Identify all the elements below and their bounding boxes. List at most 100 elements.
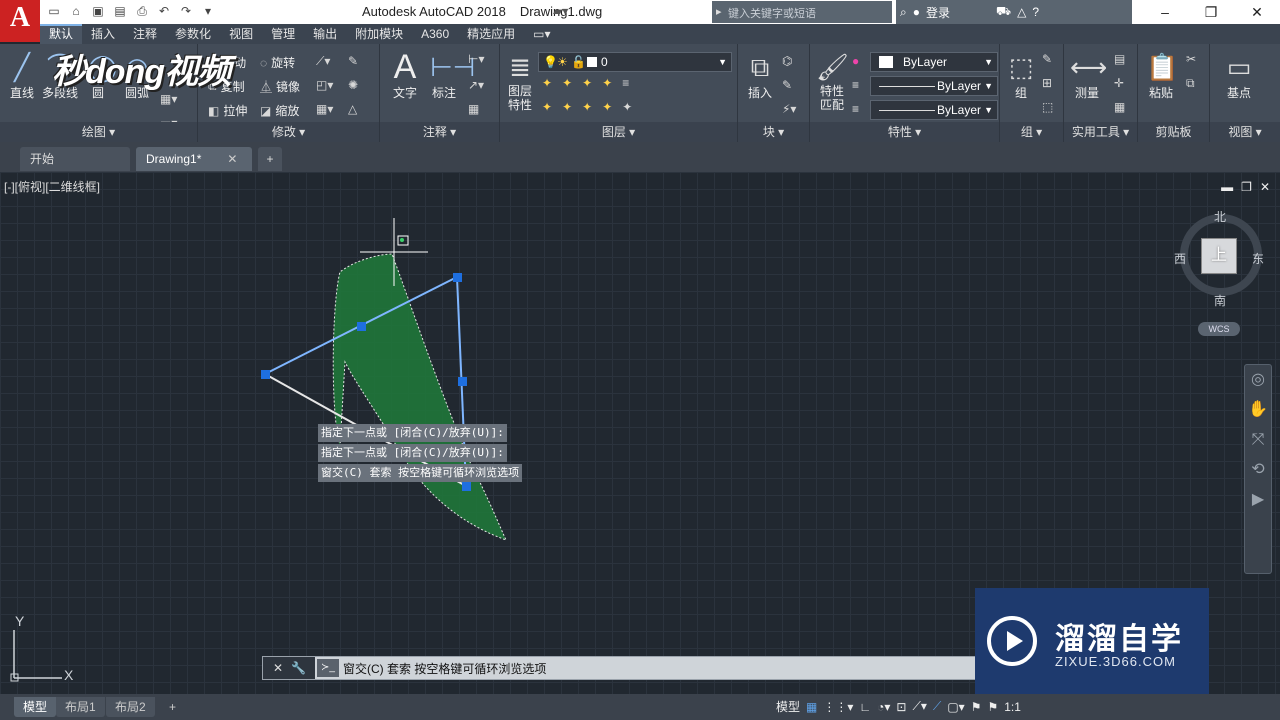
mirror-button[interactable]: ⏅ 镜像: [260, 78, 300, 95]
open-icon[interactable]: ⌂: [68, 3, 84, 19]
panel-utilities-footer[interactable]: 实用工具 ▾: [1064, 122, 1137, 142]
a360-icon[interactable]: △: [1017, 5, 1026, 19]
dimension-button[interactable]: ⊢⊣ 标注: [430, 52, 475, 101]
lineweight-toggle-icon[interactable]: ⟋: [933, 699, 941, 714]
group-button[interactable]: ⬚ 组: [1006, 52, 1036, 101]
binoculars-icon[interactable]: ⌕: [900, 5, 907, 20]
minimize-icon[interactable]: –: [1142, 0, 1188, 24]
tab-model[interactable]: 模型: [14, 697, 57, 717]
erase-button[interactable]: ✎: [348, 54, 358, 68]
layer-freeze-tool-icon[interactable]: ✦: [582, 76, 592, 90]
ungroup-button[interactable]: ✎: [1042, 52, 1052, 66]
search-input[interactable]: 键入关键字或短语: [712, 1, 892, 23]
layer-current-icon[interactable]: ✦: [622, 100, 632, 114]
snap-icon[interactable]: ⋮⋮▾: [823, 700, 853, 714]
linear-dim-button[interactable]: ⊢▾: [468, 52, 484, 66]
grip-point[interactable]: [453, 273, 462, 282]
layer-on-tool-icon[interactable]: ✦: [542, 100, 552, 114]
osnap-icon[interactable]: ⊡: [896, 700, 906, 714]
layer-unisolate-icon[interactable]: ✦: [562, 100, 572, 114]
close-icon[interactable]: ✕: [1234, 0, 1280, 24]
layer-match-icon[interactable]: ≡: [622, 76, 629, 90]
panel-layers-footer[interactable]: 图层 ▾: [500, 122, 737, 142]
stretch-button[interactable]: ◧ 拉伸: [208, 102, 247, 119]
tab-view[interactable]: 视图: [220, 24, 262, 44]
close-icon[interactable]: ✕: [273, 661, 283, 675]
tab-parametric[interactable]: 参数化: [166, 24, 220, 44]
undo-icon[interactable]: ↶: [156, 3, 172, 19]
redo-icon[interactable]: ↷: [178, 3, 194, 19]
measure-button[interactable]: ⟷ 测量: [1070, 52, 1107, 101]
group-select-button[interactable]: ⬚: [1042, 100, 1053, 114]
array-button[interactable]: ▦▾: [316, 102, 333, 116]
tab-addins[interactable]: 附加模块: [346, 24, 412, 44]
paste-button[interactable]: 📋 粘贴: [1146, 52, 1178, 101]
compass-south[interactable]: 南: [1214, 292, 1226, 309]
tab-drawing1[interactable]: Drawing1* ✕: [136, 147, 252, 171]
tab-insert[interactable]: 插入: [82, 24, 124, 44]
selection-cycling-icon[interactable]: ▢▾: [947, 700, 964, 714]
ribbon-minimize-button[interactable]: ▭▾: [524, 24, 559, 44]
compass-west[interactable]: 西: [1174, 250, 1186, 267]
help-icon[interactable]: ?: [1032, 5, 1039, 19]
wcs-menu[interactable]: WCS: [1198, 322, 1240, 336]
base-view-button[interactable]: ▭ 基点: [1224, 52, 1254, 101]
text-button[interactable]: A 文字: [392, 50, 418, 101]
orbit-icon[interactable]: ⟲: [1245, 455, 1271, 485]
explode-button[interactable]: ✺: [348, 78, 358, 92]
application-menu-button[interactable]: A: [0, 0, 40, 42]
panel-groups-footer[interactable]: 组 ▾: [1000, 122, 1063, 142]
customize-dropdown-icon[interactable]: ▾: [200, 3, 216, 19]
tab-manage[interactable]: 管理: [262, 24, 304, 44]
edit-block-button[interactable]: ✎: [782, 78, 792, 92]
compass-east[interactable]: 东: [1252, 250, 1264, 267]
layer-off-icon[interactable]: ✦: [542, 76, 552, 90]
share-icon[interactable]: ▰▾: [553, 4, 568, 18]
close-icon[interactable]: ✕: [227, 152, 237, 166]
tab-annotate[interactable]: 注释: [124, 24, 166, 44]
command-input[interactable]: 窗交(C) 套索 按空格键可循环浏览选项: [343, 660, 546, 677]
panel-clipboard-footer[interactable]: 剪贴板: [1138, 122, 1209, 142]
layer-properties-button[interactable]: ≣ 图层 特性: [504, 52, 536, 112]
save-as-icon[interactable]: ▤: [112, 3, 128, 19]
user-icon[interactable]: ●: [913, 5, 920, 19]
attribute-button[interactable]: ⚡▾: [782, 102, 796, 116]
offset-button[interactable]: △: [348, 102, 357, 116]
login-button[interactable]: 登录: [926, 4, 950, 21]
showmotion-icon[interactable]: ▶: [1245, 485, 1271, 515]
cart-icon[interactable]: ⛟: [996, 4, 1011, 20]
restore-icon[interactable]: ❐: [1188, 0, 1234, 24]
create-block-button[interactable]: ⌬: [782, 54, 792, 68]
viewcube-top-face[interactable]: 上: [1201, 238, 1237, 274]
plot-icon[interactable]: ⎙: [134, 3, 150, 19]
grip-point[interactable]: [458, 377, 467, 386]
copy-clip-button[interactable]: ⧉: [1186, 76, 1195, 91]
command-line[interactable]: ✕ 🔧 ≻_ 窗交(C) 套索 按空格键可循环浏览选项: [262, 656, 978, 680]
wrench-icon[interactable]: 🔧: [291, 661, 306, 675]
match-properties-button[interactable]: 🖌 特性 匹配: [816, 52, 849, 112]
hatch-button[interactable]: ▦▾: [160, 92, 177, 106]
leader-button[interactable]: ↗▾: [468, 78, 484, 92]
rotate-button[interactable]: ◌ 旋转: [260, 54, 295, 71]
add-layout-button[interactable]: +: [160, 697, 185, 717]
panel-modify-footer[interactable]: 修改 ▾: [198, 122, 379, 142]
model-space-toggle[interactable]: 模型: [776, 698, 800, 715]
otrack-icon[interactable]: ⟋▾: [912, 699, 926, 714]
scale-button[interactable]: ◪ 缩放: [260, 102, 299, 119]
layer-dropdown[interactable]: 💡 ☀ 🔓 0 ▼: [538, 52, 732, 72]
tab-featured-apps[interactable]: 精选应用: [458, 24, 524, 44]
tab-layout1[interactable]: 布局1: [56, 697, 105, 717]
save-icon[interactable]: ▣: [90, 3, 106, 19]
tab-start[interactable]: 开始: [20, 147, 130, 171]
tab-layout2[interactable]: 布局2: [106, 697, 155, 717]
panel-view-footer[interactable]: 视图 ▾: [1210, 122, 1280, 142]
panel-properties-footer[interactable]: 特性 ▾: [810, 122, 999, 142]
new-tab-button[interactable]: +: [258, 147, 282, 171]
id-point-button[interactable]: ✛: [1114, 76, 1124, 90]
ortho-icon[interactable]: ∟: [859, 700, 871, 714]
pan-icon[interactable]: ✋: [1245, 395, 1271, 425]
table-button[interactable]: ▦: [468, 102, 479, 116]
panel-draw-footer[interactable]: 绘图 ▾: [0, 122, 197, 142]
cut-button[interactable]: ✂: [1186, 52, 1196, 66]
linetype-dropdown[interactable]: ByLayer ▼: [870, 76, 998, 96]
